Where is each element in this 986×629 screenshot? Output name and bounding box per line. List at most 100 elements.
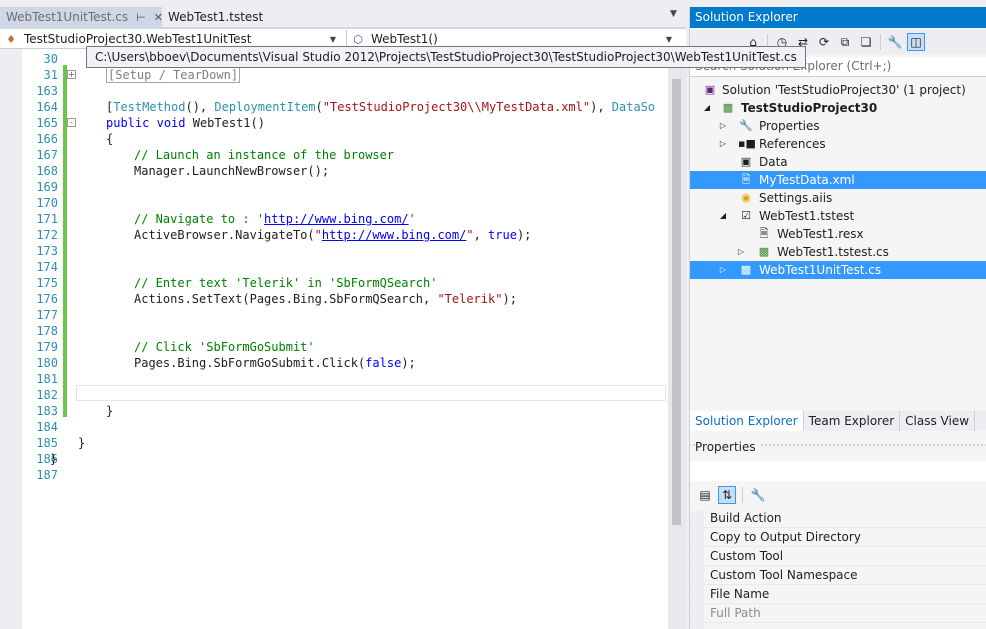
expanded-arrow-icon[interactable]: ◢	[702, 99, 712, 117]
property-row-full-path[interactable]: Full Path	[690, 604, 986, 623]
tree-node-mytestdata-xml[interactable]: 🗎 MyTestData.xml	[690, 171, 986, 189]
collapsed-arrow-icon[interactable]: ▷	[736, 243, 746, 261]
property-row-custom-tool[interactable]: Custom Tool	[690, 547, 986, 566]
tree-node-data-folder[interactable]: ▣ Data	[690, 153, 986, 171]
tree-node-project[interactable]: ◢ ▩ TestStudioProject30	[690, 99, 986, 117]
code-line[interactable]: 164 [TestMethod(), DeploymentItem("TestSt…	[22, 99, 668, 115]
line-number: 167	[36, 148, 58, 162]
pin-icon[interactable]: ⊢	[136, 11, 146, 24]
code-line[interactable]: 173	[22, 243, 668, 259]
code-line[interactable]: 181	[22, 371, 668, 387]
alphabetical-sort-icon[interactable]: ⇅	[718, 486, 736, 504]
vertical-scrollbar[interactable]	[668, 49, 686, 629]
properties-wrench-icon[interactable]: 🔧	[886, 33, 904, 51]
tree-node-label: WebTest1.resx	[777, 227, 864, 241]
tree-node-webtest1-tstest-cs[interactable]: ▷ ▩ WebTest1.tstest.cs	[690, 243, 986, 261]
code-line[interactable]: 171 // Navigate to : 'http://www.bing.com…	[22, 211, 668, 227]
line-number: 172	[36, 228, 58, 242]
property-row-custom-tool-namespace[interactable]: Custom Tool Namespace	[690, 566, 986, 585]
property-row-copy-to-output[interactable]: Copy to Output Directory	[690, 528, 986, 547]
code-line[interactable]: 165- public void WebTest1()	[22, 115, 668, 131]
property-name: Copy to Output Directory	[710, 530, 861, 544]
property-name: Custom Tool	[710, 549, 784, 563]
code-line[interactable]: 170	[22, 195, 668, 211]
code-line[interactable]: 186}	[22, 451, 668, 467]
code-line[interactable]: 166 {	[22, 131, 668, 147]
method-icon: ⬡	[353, 32, 363, 46]
code-line[interactable]: 183}	[22, 403, 668, 419]
code-text: // Launch an instance of the browser	[134, 148, 395, 162]
code-line[interactable]: 169	[22, 179, 668, 195]
tab-class-view[interactable]: Class View	[900, 411, 976, 431]
refresh-icon[interactable]: ⟳	[815, 33, 833, 51]
tab-solution-explorer[interactable]: Solution Explorer	[690, 411, 804, 431]
code-line[interactable]: 180 Pages.Bing.SbFormGoSubmit.Click(false…	[22, 355, 668, 371]
property-row-build-action[interactable]: Build Action	[690, 509, 986, 528]
document-tab-strip: WebTest1UnitTest.cs ⊢ ✕ WebTest1.tstest …	[0, 7, 686, 27]
categorized-icon[interactable]: ▤	[696, 486, 714, 504]
line-number: 171	[36, 212, 58, 226]
tree-node-settings-aiis[interactable]: ◉ Settings.aiis	[690, 189, 986, 207]
code-text-area[interactable]: 30 31 + [Setup / TearDown] 163 164 [TestMethod…	[22, 49, 668, 629]
line-number: 183	[36, 404, 58, 418]
code-line[interactable]: 176 Actions.SetText(Pages.Bing.SbFormQSea…	[22, 291, 668, 307]
code-line[interactable]: 182	[22, 387, 668, 403]
tree-node-label: TestStudioProject30	[741, 101, 878, 115]
tree-node-webtest1unittest-cs[interactable]: ▷ ▩ WebTest1UnitTest.cs	[690, 261, 986, 279]
code-text: ActiveBrowser.NavigateTo("http://www.bin…	[134, 228, 532, 242]
tab-label: WebTest1UnitTest.cs	[6, 10, 129, 24]
code-line[interactable]: 185}	[22, 435, 668, 451]
expanded-arrow-icon[interactable]: ◢	[718, 207, 728, 225]
references-icon: ▪■	[738, 137, 756, 150]
code-line[interactable]: 174	[22, 259, 668, 275]
code-text: [Setup / TearDown]	[106, 67, 241, 83]
line-number: 31	[43, 68, 58, 82]
code-line[interactable]: 168 Manager.LaunchNewBrowser();	[22, 163, 668, 179]
code-line[interactable]: 187	[22, 467, 668, 483]
code-line[interactable]: 172 ActiveBrowser.NavigateTo("http://www.…	[22, 227, 668, 243]
tree-node-webtest1-resx[interactable]: 🗎 WebTest1.resx	[690, 225, 986, 243]
preview-selected-items-icon[interactable]: ◫	[907, 33, 925, 51]
line-number: 176	[36, 292, 58, 306]
property-name: Full Path	[710, 606, 761, 620]
tree-node-label: References	[759, 137, 826, 151]
expand-region-icon[interactable]: +	[67, 70, 76, 79]
line-number: 165	[36, 116, 58, 130]
properties-title: Properties	[690, 435, 986, 459]
tree-node-solution[interactable]: ▣ Solution 'TestStudioProject30' (1 proj…	[690, 81, 986, 99]
property-pages-wrench-icon[interactable]: 🔧	[749, 486, 767, 504]
code-text: // Click 'SbFormGoSubmit'	[134, 340, 315, 354]
scrollbar-thumb[interactable]	[672, 79, 681, 525]
xml-file-icon: 🗎	[741, 173, 751, 186]
tab-team-explorer[interactable]: Team Explorer	[804, 411, 901, 431]
show-all-files-icon[interactable]: ❏	[857, 33, 875, 51]
code-line[interactable]: 175 // Enter text 'Telerik' in 'SbFormQSe…	[22, 275, 668, 291]
properties-panel: Properties ▤ ⇅ 🔧 Build Action Copy to Ou…	[689, 431, 986, 629]
property-row-file-name[interactable]: File Name	[690, 585, 986, 604]
type-dropdown-value: TestStudioProject30.WebTest1UnitTest	[24, 32, 252, 46]
tab-webtest1unittest-cs[interactable]: WebTest1UnitTest.cs ⊢ ✕	[0, 7, 163, 27]
collapsed-arrow-icon[interactable]: ▷	[718, 261, 728, 279]
collapsed-arrow-icon[interactable]: ▷	[718, 135, 728, 153]
collapse-all-icon[interactable]: ⧉	[836, 33, 854, 51]
line-number: 185	[36, 436, 58, 450]
tree-node-properties[interactable]: ▷ 🔧 Properties	[690, 117, 986, 135]
tab-overflow-dropdown-icon[interactable]: ▼	[670, 9, 677, 19]
code-line[interactable]: 177	[22, 307, 668, 323]
tree-node-references[interactable]: ▷ ▪■ References	[690, 135, 986, 153]
collapse-region-icon[interactable]: -	[67, 118, 76, 127]
code-line[interactable]: 178	[22, 323, 668, 339]
tree-node-webtest1-tstest[interactable]: ◢ ☑ WebTest1.tstest	[690, 207, 986, 225]
tab-webtest1-tstest[interactable]: WebTest1.tstest	[162, 7, 322, 27]
collapsed-arrow-icon[interactable]: ▷	[718, 117, 728, 135]
code-line[interactable]: 167 // Launch an instance of the browser	[22, 147, 668, 163]
code-line[interactable]: 163	[22, 83, 668, 99]
code-text: }	[106, 404, 114, 418]
line-number: 174	[36, 260, 58, 274]
code-line[interactable]: 31 + [Setup / TearDown]	[22, 67, 668, 83]
member-dropdown-value: WebTest1()	[371, 32, 438, 46]
code-line[interactable]: 184	[22, 419, 668, 435]
line-number: 163	[36, 84, 58, 98]
code-line[interactable]: 179 // Click 'SbFormGoSubmit'	[22, 339, 668, 355]
object-selector[interactable]	[690, 461, 986, 481]
